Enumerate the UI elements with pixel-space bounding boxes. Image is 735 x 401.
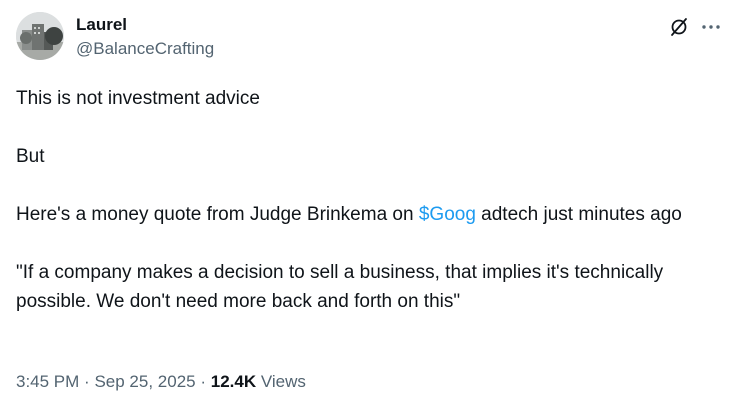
tweet-text: This is not investment advice But Here's… bbox=[16, 84, 716, 316]
cashtag-link[interactable]: $Goog bbox=[419, 204, 476, 225]
author-display-name[interactable]: Laurel bbox=[76, 14, 127, 36]
tweet-paragraph-1: This is not investment advice bbox=[16, 88, 260, 109]
grok-button[interactable] bbox=[668, 16, 690, 38]
avatar[interactable] bbox=[16, 12, 64, 60]
more-button[interactable] bbox=[700, 16, 722, 38]
tweet-quote: "If a company makes a decision to sell a… bbox=[16, 262, 664, 312]
tweet-paragraph-3-end: adtech just minutes ago bbox=[475, 204, 682, 225]
more-horizontal-icon bbox=[702, 25, 720, 29]
tweet-meta: 3:45 PM · Sep 25, 2025 · 12.4K Views bbox=[16, 371, 306, 393]
tweet-paragraph-2: But bbox=[16, 146, 45, 167]
tweet-time[interactable]: 3:45 PM bbox=[16, 372, 79, 391]
tweet-paragraph-3-start: Here's a money quote from Judge Brinkema… bbox=[16, 204, 419, 225]
tweet-paragraph-3: Here's a money quote from Judge Brinkema… bbox=[16, 200, 716, 229]
meta-separator: · bbox=[84, 372, 90, 391]
views-count: 12.4K bbox=[210, 372, 257, 391]
avatar-photo bbox=[16, 12, 64, 60]
grok-icon bbox=[671, 18, 687, 36]
author-handle[interactable]: @BalanceCrafting bbox=[76, 38, 214, 60]
meta-separator-2: · bbox=[200, 372, 207, 391]
views-label: Views bbox=[260, 372, 306, 391]
tweet-date[interactable]: Sep 25, 2025 bbox=[94, 372, 195, 391]
